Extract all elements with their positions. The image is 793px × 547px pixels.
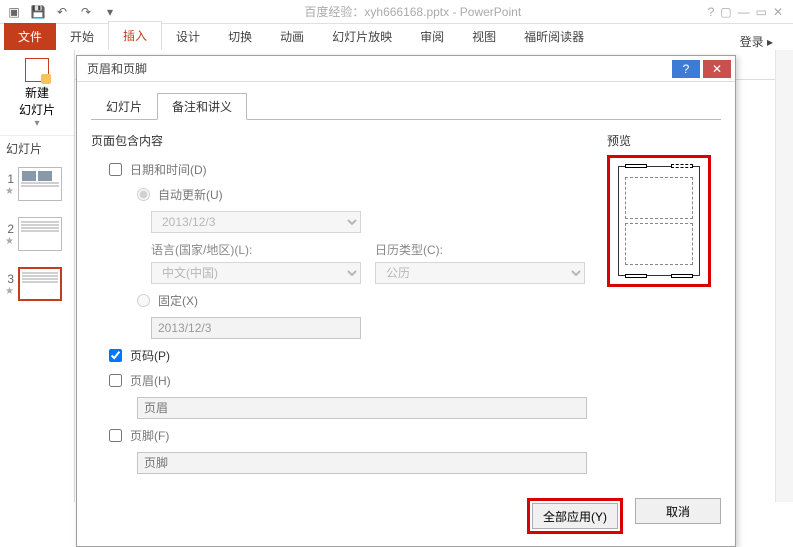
save-icon[interactable]: 💾 [30, 4, 46, 20]
footer-checkbox[interactable] [109, 429, 122, 442]
auto-update-radio[interactable] [137, 188, 150, 201]
tab-insert[interactable]: 插入 [108, 21, 162, 50]
redo-icon[interactable]: ↷ [78, 4, 94, 20]
dialog-tabs: 幻灯片 备注和讲义 [91, 92, 721, 120]
powerpoint-icon: ▣ [6, 4, 22, 20]
preview-highlight [607, 155, 711, 287]
minimize-icon[interactable]: — [738, 5, 750, 19]
dialog-title: 页眉和页脚 [87, 60, 147, 77]
apply-all-highlight: 全部应用(Y) [527, 498, 623, 534]
dialog-tab-slide[interactable]: 幻灯片 [91, 93, 157, 120]
tab-animations[interactable]: 动画 [266, 23, 318, 50]
auto-update-label: 自动更新(U) [158, 186, 223, 203]
datetime-checkbox[interactable] [109, 163, 122, 176]
new-slide-button[interactable]: 新建 幻灯片 ▾ [0, 54, 74, 136]
slide-thumb-2[interactable]: 2★ [4, 217, 70, 251]
new-slide-label: 新建 幻灯片 [0, 84, 74, 118]
calendar-select[interactable]: 公历 [375, 262, 585, 284]
dialog-help-button[interactable]: ? [672, 60, 700, 78]
datetime-label: 日期和时间(D) [130, 161, 207, 178]
tab-file[interactable]: 文件 [4, 23, 56, 50]
preview-pane: 预览 [607, 132, 721, 478]
vertical-scrollbar[interactable] [775, 50, 793, 502]
pagenum-checkbox[interactable] [109, 349, 122, 362]
help-icon[interactable]: ? [708, 5, 715, 19]
tab-design[interactable]: 设计 [162, 23, 214, 50]
language-select[interactable]: 中文(中国) [151, 262, 361, 284]
section-title: 页面包含内容 [91, 132, 587, 149]
header-checkbox[interactable] [109, 374, 122, 387]
date-format-select[interactable]: 2013/12/3 [151, 211, 361, 233]
tab-view[interactable]: 视图 [458, 23, 510, 50]
tab-review[interactable]: 审阅 [406, 23, 458, 50]
apply-all-button[interactable]: 全部应用(Y) [532, 503, 618, 529]
qat-dropdown-icon[interactable]: ▾ [102, 4, 118, 20]
slide-thumb-3[interactable]: 3★ [4, 267, 70, 301]
fixed-label: 固定(X) [158, 292, 198, 309]
slide-panel: 新建 幻灯片 ▾ 幻灯片 1★ 2★ 3★ [0, 50, 75, 502]
panel-heading: 幻灯片 [0, 136, 74, 161]
preview-page [618, 166, 700, 276]
login-link[interactable]: 登录 ▸ [740, 33, 793, 50]
ribbon-toggle-icon[interactable]: ▢ [720, 5, 731, 19]
star-icon: ★ [5, 186, 13, 197]
footer-label: 页脚(F) [130, 427, 169, 444]
tab-foxit[interactable]: 福昕阅读器 [510, 23, 598, 50]
ribbon-tabs: 文件 开始 插入 设计 切换 动画 幻灯片放映 审阅 视图 福昕阅读器 登录 ▸ [0, 24, 793, 50]
slide-thumb-1[interactable]: 1★ [4, 167, 70, 201]
dialog-close-button[interactable]: ✕ [703, 60, 731, 78]
fixed-date-input[interactable] [151, 317, 361, 339]
star-icon: ★ [5, 236, 13, 247]
tab-slideshow[interactable]: 幻灯片放映 [318, 23, 406, 50]
header-label: 页眉(H) [130, 372, 171, 389]
header-input[interactable] [137, 397, 587, 419]
document-title: 百度经验：xyh666168.pptx - PowerPoint [118, 3, 708, 20]
dialog-titlebar: 页眉和页脚 ? ✕ [77, 56, 735, 82]
close-icon[interactable]: ✕ [773, 5, 783, 19]
undo-icon[interactable]: ↶ [54, 4, 70, 20]
footer-input[interactable] [137, 452, 587, 474]
fixed-radio[interactable] [137, 294, 150, 307]
language-label: 语言(国家/地区)(L): [151, 241, 363, 258]
dialog-tab-notes[interactable]: 备注和讲义 [157, 93, 247, 120]
preview-label: 预览 [607, 132, 721, 149]
new-slide-icon [25, 58, 49, 82]
header-footer-dialog: 页眉和页脚 ? ✕ 幻灯片 备注和讲义 页面包含内容 日期和时间(D) 自动更新… [76, 55, 736, 547]
tab-transitions[interactable]: 切换 [214, 23, 266, 50]
dialog-footer: 全部应用(Y) 取消 [77, 490, 735, 546]
quick-access-toolbar: ▣ 💾 ↶ ↷ ▾ [0, 4, 118, 20]
calendar-label: 日历类型(C): [375, 241, 587, 258]
pagenum-label: 页码(P) [130, 347, 170, 364]
dialog-form: 页面包含内容 日期和时间(D) 自动更新(U) 2013/12/3 语言( [91, 132, 587, 478]
star-icon: ★ [5, 286, 13, 297]
window-controls: ? ▢ — ▭ ✕ [708, 5, 793, 19]
tab-home[interactable]: 开始 [56, 23, 108, 50]
restore-icon[interactable]: ▭ [756, 5, 767, 19]
